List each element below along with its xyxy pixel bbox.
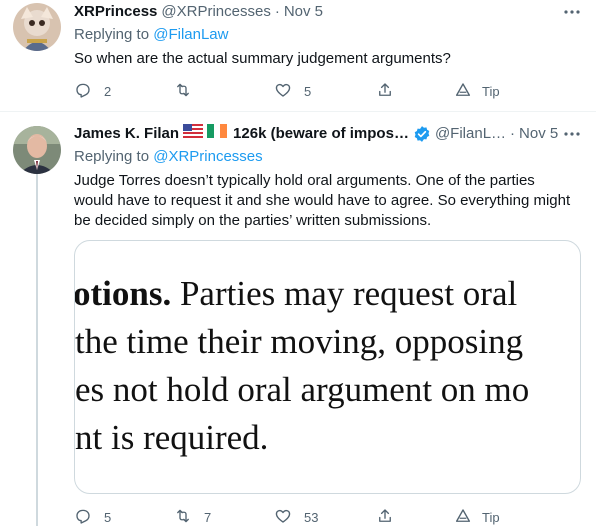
document-line: otions. Parties may request oral [74, 274, 518, 313]
share-icon [376, 507, 394, 528]
author-name-suffix[interactable]: 126k (beware of impos… [233, 124, 409, 144]
tweet-date[interactable]: Nov 5 [284, 2, 323, 22]
like-button[interactable]: 53 [274, 507, 318, 527]
replying-to: Replying to @XRPrincesses [74, 146, 584, 167]
author-handle[interactable]: @XRPrincesses [161, 2, 270, 22]
tweet-text-line: Judge Torres doesn’t typically hold oral… [74, 172, 535, 189]
more-options-icon[interactable] [562, 124, 582, 144]
share-icon [376, 81, 394, 102]
author-handle[interactable]: @FilanL… [435, 124, 506, 144]
tip-label: Tip [482, 83, 500, 99]
separator-dot: · [274, 3, 280, 20]
reply-count: 5 [104, 509, 112, 525]
tip-button[interactable]: Tip [454, 81, 500, 101]
separator-dot: · [510, 125, 516, 142]
action-bar: 2 5 Tip [74, 81, 514, 101]
tweet-text-line: be decided simply on the parties’ writte… [74, 212, 432, 229]
avatar[interactable] [13, 126, 61, 174]
tweet-james-filan[interactable]: James K. Filan 126k (beware of impos… @F… [0, 112, 596, 529]
heart-icon [274, 507, 292, 528]
tip-button[interactable]: Tip [454, 507, 500, 527]
like-button[interactable]: 5 [274, 81, 311, 101]
tweet-text: So when are the actual summary judgement… [74, 50, 451, 67]
reply-icon [74, 81, 92, 102]
tweet-xrprincess[interactable]: XRPrincess @XRPrincesses · Nov 5 Replyin… [0, 0, 596, 112]
retweet-count: 7 [204, 509, 212, 525]
tweet-date[interactable]: Nov 5 [519, 124, 558, 144]
author-name[interactable]: XRPrincess [74, 2, 157, 22]
share-button[interactable] [376, 507, 394, 527]
action-bar: 5 7 53 Tip [74, 507, 514, 527]
document-line: es not hold oral argument on mo [75, 370, 530, 409]
tweet-text: Judge Torres doesn’t typically hold oral… [74, 171, 584, 231]
retweet-button[interactable]: 7 [174, 507, 211, 527]
reply-icon [74, 507, 92, 528]
heart-icon [274, 81, 292, 102]
share-button[interactable] [376, 81, 394, 101]
attached-image[interactable]: otions. Parties may request oral the tim… [74, 240, 581, 494]
us-flag-icon [183, 124, 204, 144]
tip-icon [454, 81, 472, 102]
replying-to: Replying to @FilanLaw [74, 24, 584, 45]
verified-badge-icon [413, 125, 431, 143]
author-name[interactable]: James K. Filan [74, 124, 179, 144]
reply-count: 2 [104, 83, 112, 99]
tip-icon [454, 507, 472, 528]
avatar[interactable] [13, 3, 61, 51]
document-line: nt is required. [75, 418, 269, 457]
document-line: the time their moving, opposing [75, 322, 524, 361]
retweet-icon [174, 507, 192, 528]
like-count: 53 [304, 509, 319, 525]
reply-button[interactable]: 5 [74, 507, 111, 527]
retweet-button[interactable] [174, 81, 204, 101]
tip-label: Tip [482, 509, 500, 525]
replying-prefix: Replying to [74, 26, 150, 43]
reply-button[interactable]: 2 [74, 81, 111, 101]
more-options-icon[interactable] [562, 2, 582, 22]
ireland-flag-icon [207, 124, 228, 144]
replying-mention[interactable]: @XRPrincesses [153, 148, 262, 165]
replying-mention[interactable]: @FilanLaw [153, 26, 228, 43]
like-count: 5 [304, 83, 312, 99]
tweet-text-line: would have to request it and she would h… [74, 192, 571, 209]
retweet-icon [174, 81, 192, 102]
replying-prefix: Replying to [74, 148, 150, 165]
